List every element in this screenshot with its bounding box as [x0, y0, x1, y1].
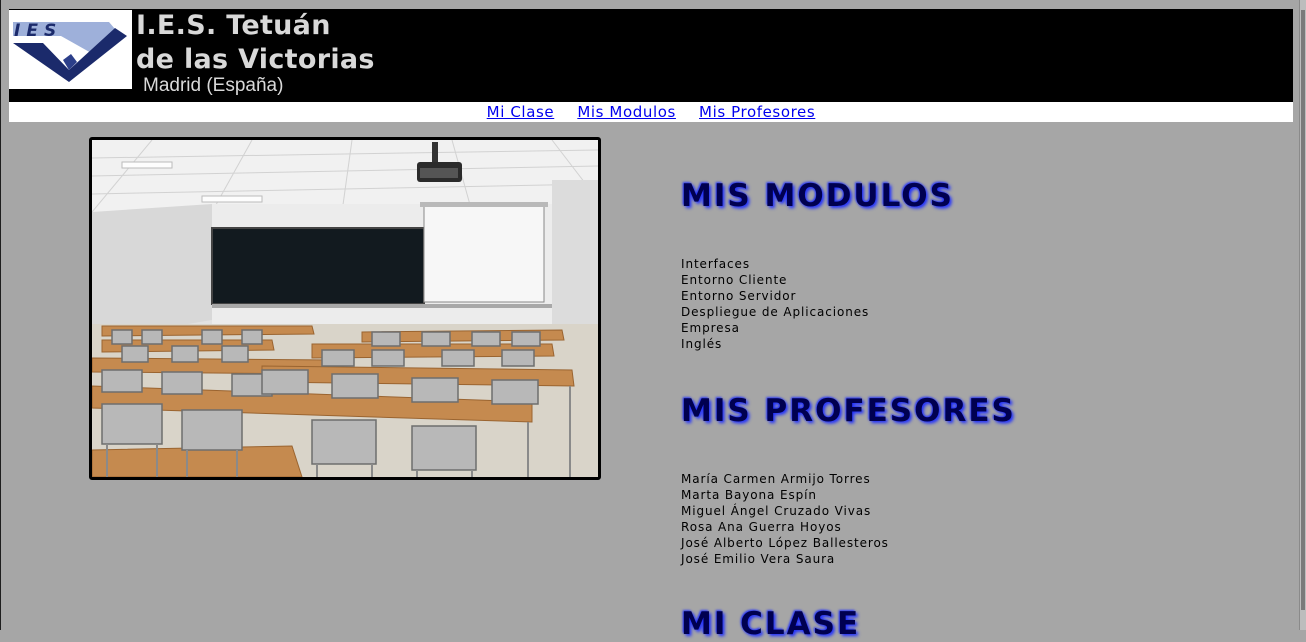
- classroom-illustration: [92, 140, 598, 477]
- site-title-line1: I.E.S. Tetuán: [136, 10, 331, 41]
- vertical-scrollbar[interactable]: [1299, 0, 1306, 630]
- nav-link-mis-profesores[interactable]: Mis Profesores: [699, 102, 815, 122]
- logo-text: IES: [14, 21, 62, 41]
- modulo-item: Interfaces: [681, 257, 750, 271]
- modulo-item: Inglés: [681, 337, 723, 351]
- modulo-item: Despliegue de Aplicaciones: [681, 305, 870, 319]
- profesor-item: Marta Bayona Espín: [681, 488, 817, 502]
- main-nav: Mi Clase Mis Modulos Mis Profesores: [9, 102, 1293, 122]
- classroom-photo: [89, 137, 601, 480]
- profesor-item: Rosa Ana Guerra Hoyos: [681, 520, 842, 534]
- clase-heading: MI CLASE: [681, 606, 861, 642]
- nav-link-mi-clase[interactable]: Mi Clase: [487, 102, 555, 122]
- modulos-list: Interfaces Entorno Cliente Entorno Servi…: [681, 256, 869, 352]
- scrollbar-thumb[interactable]: [1301, 10, 1305, 610]
- site-title-line2: de las Victorias: [136, 44, 375, 75]
- modulo-item: Entorno Servidor: [681, 289, 797, 303]
- profesor-item: Miguel Ángel Cruzado Vivas: [681, 504, 872, 518]
- site-location: Madrid (España): [143, 75, 284, 96]
- profesor-item: José Alberto López Ballesteros: [681, 536, 889, 550]
- modulos-heading: MIS MODULOS: [681, 178, 954, 214]
- profesores-list: María Carmen Armijo Torres Marta Bayona …: [681, 471, 889, 567]
- logo-graphic: IES: [9, 10, 132, 89]
- nav-link-mis-modulos[interactable]: Mis Modulos: [577, 102, 676, 122]
- profesores-heading: MIS PROFESORES: [681, 393, 1016, 429]
- site-header: IES I.E.S. Tetuán de las Victorias Madri…: [9, 9, 1293, 102]
- site-title: I.E.S. Tetuán de las Victorias: [136, 9, 375, 77]
- profesor-item: José Emilio Vera Saura: [681, 552, 836, 566]
- window-left-border: [0, 0, 1, 630]
- modulo-item: Entorno Cliente: [681, 273, 788, 287]
- school-logo[interactable]: IES: [9, 10, 132, 89]
- profesor-item: María Carmen Armijo Torres: [681, 472, 871, 486]
- modulo-item: Empresa: [681, 321, 740, 335]
